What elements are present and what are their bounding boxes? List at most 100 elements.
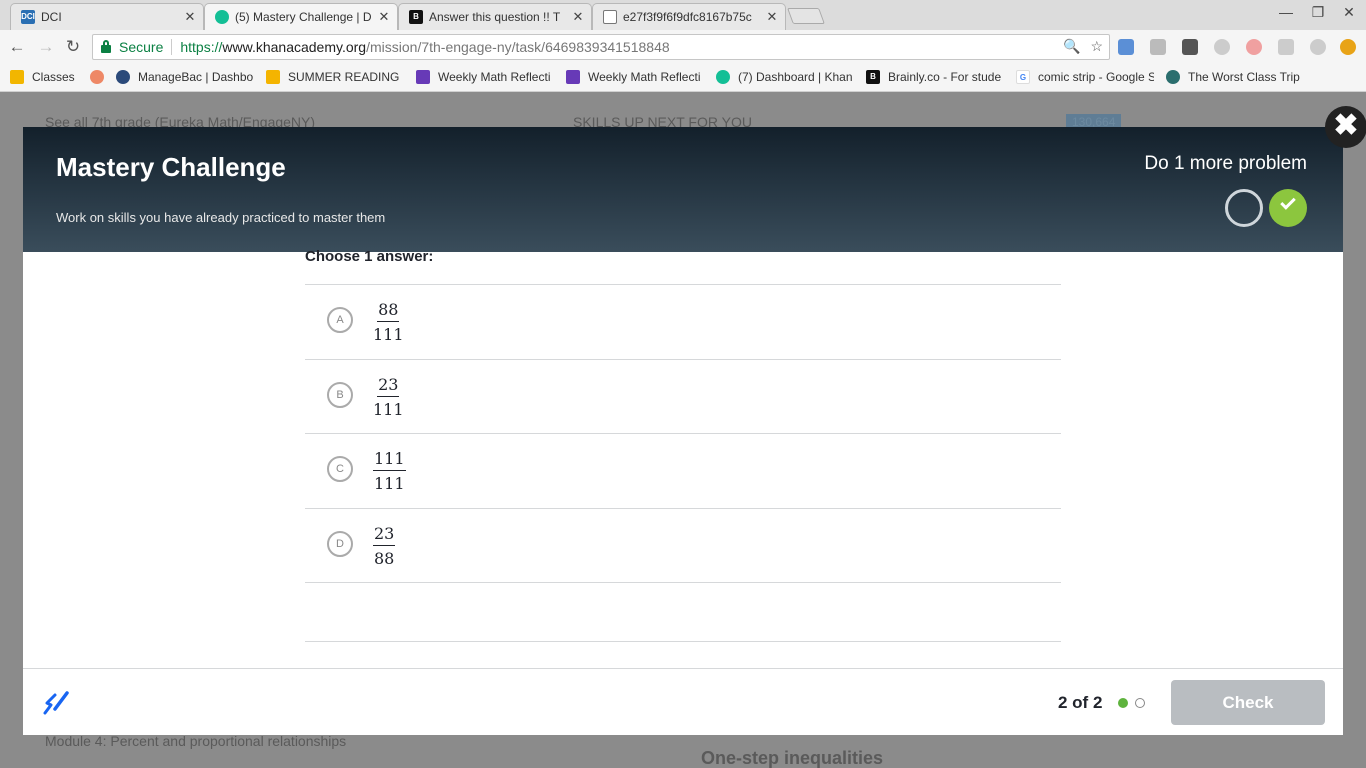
lock-icon	[101, 40, 111, 53]
problem-count: 2 of 2	[1058, 693, 1103, 712]
forms-icon	[566, 70, 580, 84]
extension-drive-icon[interactable]	[1118, 39, 1134, 55]
tab-file[interactable]: e27f3f9f6f9dfc8167b75c ✕	[592, 3, 786, 30]
modal-footer: 2 of 2 Check	[23, 668, 1343, 735]
tab-title: Answer this question !! T	[429, 10, 561, 24]
bookmark-label: Weekly Math Reflecti	[438, 70, 551, 84]
bookmark-label: Classes	[32, 70, 75, 84]
bookmark-label: (7) Dashboard | Khan	[738, 70, 853, 84]
google-icon: G	[1016, 70, 1030, 84]
browser-toolbar: ← → ↻ Secure https://www.khanacademy.org…	[0, 30, 1366, 64]
bookmark-summer-reading[interactable]: SUMMER READING -	[266, 70, 402, 84]
back-arrow-icon[interactable]: ←	[6, 36, 28, 58]
dci-favicon-icon: DCI	[21, 10, 35, 24]
extension-grey2-icon[interactable]	[1310, 39, 1326, 55]
address-bar[interactable]: Secure https://www.khanacademy.org/missi…	[92, 34, 1110, 60]
close-tab-icon[interactable]: ✕	[183, 9, 197, 25]
bookmark-khan-dashboard[interactable]: (7) Dashboard | Khan	[716, 70, 854, 84]
progress-empty-circle-icon	[1225, 189, 1263, 227]
bookmark-brainly[interactable]: B Brainly.co - For stude	[866, 70, 1004, 84]
scratchpad-pencil-icon[interactable]	[41, 687, 71, 717]
modal-header: Mastery Challenge Work on skills you hav…	[23, 127, 1343, 252]
bookmark-label: The Worst Class Trip	[1188, 70, 1300, 84]
choice-letter-d[interactable]: D	[327, 530, 353, 557]
bookmark-worst-class-trip[interactable]: The Worst Class Trip	[1166, 70, 1306, 84]
extension-grey-icon[interactable]	[1214, 39, 1230, 55]
url-scheme: https://	[180, 39, 223, 55]
checkmark-icon	[1280, 194, 1296, 210]
modal-subtitle: Work on skills you have already practice…	[56, 210, 386, 225]
extension-copy-icon[interactable]	[1278, 39, 1294, 55]
answer-choices: A 88 111 B 23 111 C 111 111 D 23 88	[305, 284, 1061, 583]
forward-arrow-icon[interactable]: →	[35, 36, 57, 58]
close-modal-button[interactable]: ✖	[1325, 106, 1366, 148]
progress-dot-empty-icon	[1135, 698, 1145, 708]
url-path: /mission/7th-engage-ny/task/646983934151…	[366, 39, 670, 55]
modal-title: Mastery Challenge	[56, 152, 286, 182]
choice-letter-c[interactable]: C	[327, 456, 353, 482]
warning-icon[interactable]	[1340, 39, 1356, 55]
document-icon	[603, 10, 617, 24]
bookmark-comic-strip[interactable]: Gcomic strip - Google S	[1016, 70, 1154, 84]
choose-prompt: Choose 1 answer:	[305, 248, 434, 265]
slides-icon	[266, 70, 280, 84]
bookmark-label: SUMMER READING -	[288, 70, 402, 84]
extension-c-dark-icon[interactable]	[1182, 39, 1198, 55]
tab-title: e27f3f9f6f9dfc8167b75c	[623, 10, 752, 24]
bookmark-pinwheel[interactable]	[90, 70, 110, 84]
pinwheel-icon	[90, 70, 104, 84]
restore-icon[interactable]: ❐	[1303, 4, 1333, 21]
choice-letter-b[interactable]: B	[327, 381, 353, 408]
next-skill-title: One-step inequalities	[701, 748, 884, 768]
progress-dot-complete-icon	[1118, 698, 1128, 708]
fraction: 23 88	[373, 524, 396, 568]
tab-strip: DCI DCI ✕ (5) Mastery Challenge | D ✕ B …	[0, 0, 1366, 30]
forms-icon	[416, 70, 430, 84]
bookmark-weekly-math-1[interactable]: Weekly Math Reflecti	[416, 70, 554, 84]
bookmark-managebac[interactable]: ManageBac | Dashbo	[116, 70, 254, 84]
answer-choice-a[interactable]: A 88 111	[305, 285, 1061, 360]
brainly-icon: B	[866, 70, 880, 84]
tab-mastery-challenge[interactable]: (5) Mastery Challenge | D ✕	[204, 3, 398, 30]
answer-choice-d[interactable]: D 23 88	[305, 509, 1061, 583]
mastery-challenge-modal: Mastery Challenge Work on skills you hav…	[23, 127, 1343, 735]
fraction: 88 111	[373, 300, 404, 344]
bookmark-label: Brainly.co - For stude	[888, 70, 1002, 84]
globe-icon	[1166, 70, 1180, 84]
bookmark-weekly-math-2[interactable]: Weekly Math Reflecti	[566, 70, 704, 84]
fraction: 111 111	[373, 449, 406, 493]
fraction-denominator: 111	[373, 399, 404, 419]
bookmark-label: Weekly Math Reflecti	[588, 70, 701, 84]
fraction-numerator: 23	[377, 375, 400, 397]
module-title: Module 4: Percent and proportional relat…	[45, 733, 347, 749]
bookmark-star-icon[interactable]: ☆	[1090, 38, 1103, 55]
bookmark-classes[interactable]: Classes	[10, 70, 80, 84]
close-window-icon[interactable]: ✕	[1334, 4, 1364, 21]
close-tab-icon[interactable]: ✕	[571, 9, 585, 25]
tab-dci[interactable]: DCI DCI ✕	[10, 3, 204, 30]
choice-letter-a[interactable]: A	[327, 307, 353, 333]
bookmarks-bar: Classes ManageBac | Dashbo SUMMER READIN…	[0, 64, 1366, 92]
fraction-numerator: 23	[373, 524, 396, 546]
minimize-icon[interactable]: —	[1271, 4, 1301, 20]
answer-choice-b[interactable]: B 23 111	[305, 360, 1061, 434]
reload-icon[interactable]: ↻	[62, 36, 84, 58]
managebac-icon	[116, 70, 130, 84]
extension-c-icon[interactable]	[1150, 39, 1166, 55]
close-tab-icon[interactable]: ✕	[765, 9, 779, 25]
tab-answer-question[interactable]: B Answer this question !! T ✕	[398, 3, 592, 30]
bookmark-label: ManageBac | Dashbo	[138, 70, 254, 84]
extension-red-icon[interactable]	[1246, 39, 1262, 55]
fraction-denominator: 111	[374, 474, 405, 493]
khan-icon	[716, 70, 730, 84]
close-tab-icon[interactable]: ✕	[377, 9, 391, 25]
zoom-icon[interactable]: 🔍	[1063, 38, 1080, 55]
tab-title: (5) Mastery Challenge | D	[235, 10, 372, 24]
url-host: www.khanacademy.org	[222, 39, 367, 55]
check-button[interactable]: Check	[1171, 680, 1325, 725]
divider	[305, 641, 1061, 642]
bookmark-label: comic strip - Google S	[1038, 70, 1154, 84]
new-tab-button[interactable]	[787, 8, 825, 24]
answer-choice-c[interactable]: C 111 111	[305, 434, 1061, 509]
fraction-numerator: 111	[373, 449, 406, 471]
